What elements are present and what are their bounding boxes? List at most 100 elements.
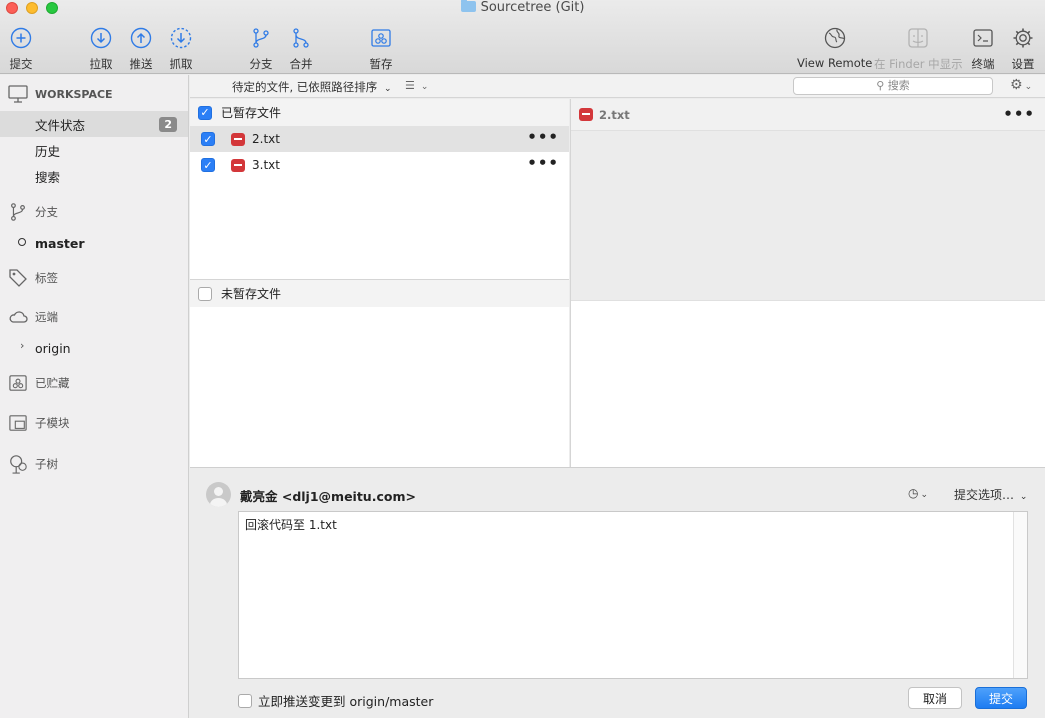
commit-message-scrollbar[interactable] <box>1013 512 1027 678</box>
commit-author: 戴亮金 <dlj1@meitu.com> <box>240 489 416 504</box>
diff-header: 2.txt ••• <box>571 99 1045 131</box>
file-checkbox[interactable] <box>201 132 215 146</box>
settings-label: 设置 <box>1011 57 1035 71</box>
merge-toolbar-button[interactable]: 合并 <box>289 26 313 72</box>
sidebar-item-history[interactable]: 历史 <box>0 137 188 163</box>
subtrees-label: 子树 <box>35 457 58 471</box>
plus-circle-icon <box>9 26 33 50</box>
file-status-count-badge: 2 <box>159 117 177 132</box>
commit-area: 戴亮金 <dlj1@meitu.com> ◷ ⌄ 提交选项… ⌄ 回滚代码至 1.… <box>190 467 1045 718</box>
remotes-section[interactable]: 远端 <box>8 309 58 325</box>
file-status-label: 文件状态 <box>35 117 86 133</box>
arrow-up-circle-icon <box>129 26 153 50</box>
more-options-icon[interactable]: ••• <box>527 156 559 171</box>
terminal-icon <box>971 26 995 50</box>
chevron-right-icon[interactable]: › <box>20 339 24 352</box>
chevron-down-icon: ⌄ <box>1024 82 1033 92</box>
show-in-finder-label: 在 Finder 中显示 <box>874 57 963 71</box>
file-removed-icon <box>231 158 245 172</box>
message-history-dropdown[interactable]: ◷ ⌄ <box>908 486 928 500</box>
finder-icon <box>906 26 930 50</box>
diff-filename: 2.txt <box>599 107 630 122</box>
unstage-all-checkbox[interactable] <box>198 286 212 301</box>
globe-icon <box>823 26 847 50</box>
tag-icon <box>9 269 27 287</box>
branches-section[interactable]: 分支 <box>8 202 58 222</box>
push-immediately-option[interactable]: 立即推送变更到 origin/master <box>238 691 433 710</box>
more-options-icon[interactable]: ••• <box>527 130 559 145</box>
search-input[interactable]: ⚲ 搜索 <box>793 77 993 95</box>
chevron-down-icon: ⌄ <box>920 490 929 500</box>
terminal-label: 终端 <box>971 57 995 71</box>
options-gear-dropdown[interactable]: ⚙ ⌄ <box>1010 77 1032 93</box>
push-label: 推送 <box>129 57 153 71</box>
file-checkbox[interactable] <box>201 158 215 172</box>
view-mode-dropdown[interactable]: ☰ ⌄ <box>405 79 428 92</box>
submodules-section[interactable]: 子模块 <box>8 414 70 432</box>
show-in-finder-toolbar-button[interactable]: 在 Finder 中显示 <box>874 26 963 72</box>
search-placeholder: 搜索 <box>887 79 910 92</box>
view-remote-toolbar-button[interactable]: View Remote <box>797 26 872 70</box>
file-row[interactable]: 2.txt ••• <box>190 126 569 152</box>
branch-icon <box>249 26 273 50</box>
branches-label: 分支 <box>35 205 58 219</box>
tags-section[interactable]: 标签 <box>8 268 58 288</box>
clock-icon: ◷ <box>908 486 919 500</box>
more-options-icon[interactable]: ••• <box>1003 107 1035 122</box>
chevron-down-icon: ⌄ <box>383 84 392 94</box>
cancel-label: 取消 <box>922 691 947 706</box>
commit-button[interactable]: 提交 <box>975 687 1027 709</box>
avatar <box>206 482 231 507</box>
sidebar-item-file-status[interactable]: 文件状态 2 <box>0 111 188 137</box>
submodule-icon <box>9 415 27 431</box>
pull-toolbar-button[interactable]: 拉取 <box>89 26 113 72</box>
cancel-button[interactable]: 取消 <box>908 687 962 709</box>
stashes-label: 已贮藏 <box>35 376 70 390</box>
gear-icon <box>1011 26 1035 50</box>
branch-icon <box>11 203 25 221</box>
current-branch-icon <box>18 238 26 246</box>
commit-message-input[interactable]: 回滚代码至 1.txt <box>238 511 1028 679</box>
subtrees-section[interactable]: 子树 <box>8 454 58 474</box>
stash-toolbar-button[interactable]: 暂存 <box>369 26 393 72</box>
pull-label: 拉取 <box>89 57 113 71</box>
workspace-section: WORKSPACE <box>8 85 113 103</box>
settings-toolbar-button[interactable]: 设置 <box>1011 26 1035 72</box>
terminal-toolbar-button[interactable]: 终端 <box>971 26 995 72</box>
file-row[interactable]: 3.txt ••• <box>190 152 569 178</box>
sidebar-item-origin[interactable]: › origin <box>0 335 188 361</box>
view-remote-label: View Remote <box>797 56 873 70</box>
sort-label: 待定的文件, 已依照路径排序 <box>232 80 378 94</box>
sidebar-item-master[interactable]: master <box>0 230 188 256</box>
commit-options-label: 提交选项… <box>954 488 1015 502</box>
merge-label: 合并 <box>289 57 313 71</box>
stage-all-checkbox[interactable] <box>198 105 212 120</box>
commit-message-text: 回滚代码至 1.txt <box>245 518 337 532</box>
stashes-section[interactable]: 已贮藏 <box>8 374 70 392</box>
sidebar-item-search[interactable]: 搜索 <box>0 163 188 189</box>
master-label: master <box>35 235 85 251</box>
fetch-toolbar-button[interactable]: 抓取 <box>169 26 193 72</box>
fetch-label: 抓取 <box>169 57 193 71</box>
file-removed-icon <box>579 108 593 121</box>
push-toolbar-button[interactable]: 推送 <box>129 26 153 72</box>
stash-label: 暂存 <box>369 57 393 71</box>
folder-icon <box>460 0 476 12</box>
commit-toolbar-button[interactable]: 提交 <box>9 26 33 72</box>
branch-toolbar-button[interactable]: 分支 <box>249 26 273 72</box>
chevron-down-icon: ⌄ <box>1019 492 1028 502</box>
file-removed-icon <box>231 132 245 146</box>
filter-bar: 待定的文件, 已依照路径排序 ⌄ ☰ ⌄ ⚲ 搜索 ⚙ ⌄ <box>190 75 1045 98</box>
subtree-icon <box>10 455 27 474</box>
unstaged-header-label: 未暂存文件 <box>221 287 282 301</box>
push-immediately-checkbox[interactable] <box>238 693 252 708</box>
chevron-down-icon: ⌄ <box>420 82 429 92</box>
file-name: 2.txt <box>252 132 280 146</box>
stash-icon <box>9 375 27 391</box>
sidebar: WORKSPACE 文件状态 2 历史 搜索 分支 master 标签 远端 ›… <box>0 75 189 718</box>
staged-header-label: 已暂存文件 <box>221 106 282 120</box>
file-name: 3.txt <box>252 158 280 172</box>
commit-options-dropdown[interactable]: 提交选项… ⌄ <box>954 486 1027 503</box>
sort-dropdown[interactable]: 待定的文件, 已依照路径排序 ⌄ <box>232 79 392 95</box>
window-toolbar: Sourcetree (Git) 提交 拉取 推送 抓取 分支 合并 暂存 Vi… <box>0 0 1045 74</box>
